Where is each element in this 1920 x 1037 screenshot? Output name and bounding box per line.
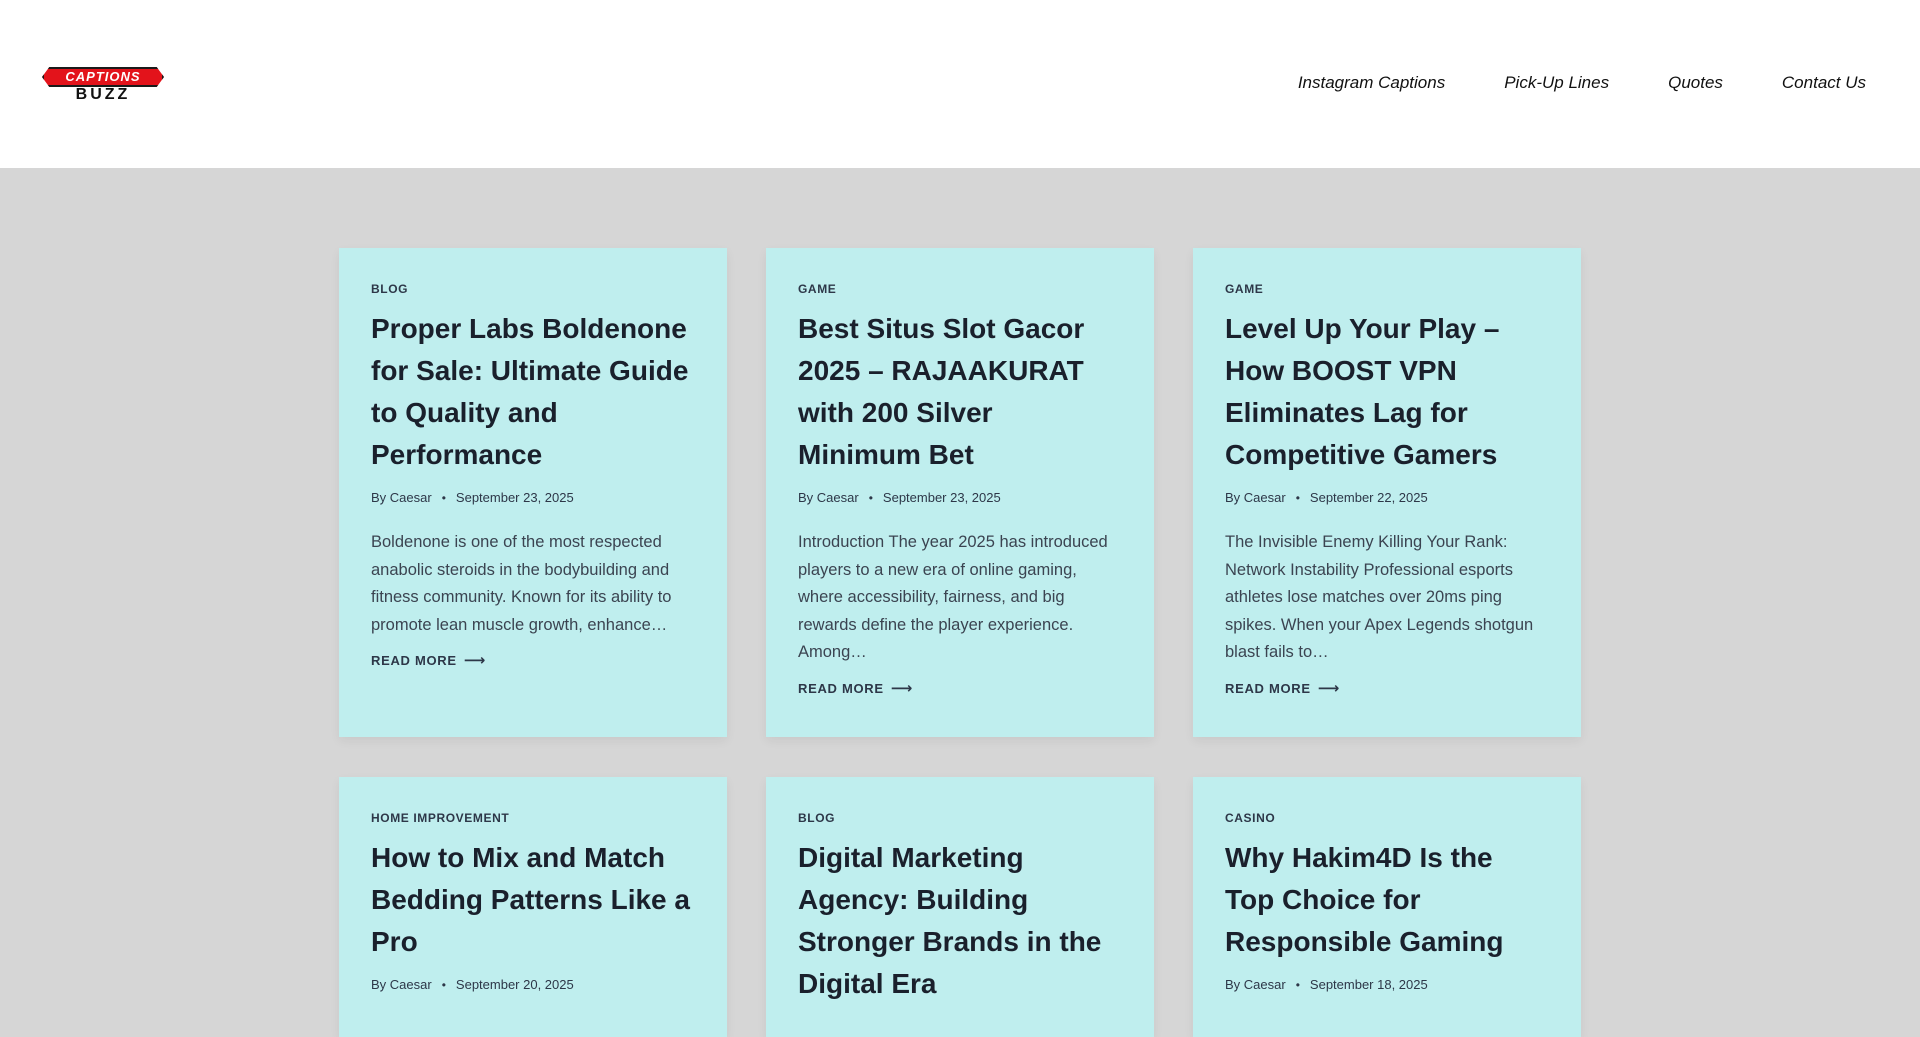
post-excerpt: Boldenone is one of the most respected a… [371,533,672,634]
read-more-label: READ MORE [371,653,457,668]
main-nav: Instagram Captions Pick-Up Lines Quotes … [1298,73,1866,93]
post-meta: By Caesar • September 22, 2025 [1225,490,1549,506]
meta-separator: • [441,978,446,992]
nav-instagram-captions[interactable]: Instagram Captions [1298,73,1445,93]
post-meta: By Caesar • September 18, 2025 [1225,977,1549,993]
meta-separator: • [868,491,873,505]
logo-top-text: CAPTIONS [42,67,164,87]
post-author[interactable]: Caesar [1244,977,1286,993]
by-label: By [371,490,387,505]
read-more-label: READ MORE [1225,680,1311,696]
site-header: CAPTIONS BUZZ Instagram Captions Pick-Up… [0,0,1920,168]
post-date: September 20, 2025 [455,977,574,992]
post-date: September 23, 2025 [882,490,1001,505]
post-category[interactable]: HOME IMPROVEMENT [371,811,695,825]
read-more-link[interactable]: READ MORE ⟶ [798,679,1122,697]
post-meta: By Caesar • September 20, 2025 [371,977,695,993]
post-category[interactable]: BLOG [798,811,1122,825]
post-title[interactable]: Proper Labs Boldenone for Sale: Ultimate… [371,308,695,476]
read-more-link[interactable]: READ MORE ⟶ [371,653,695,669]
by-label: By [798,490,814,505]
read-more-label: READ MORE [798,680,884,696]
arrow-right-icon: ⟶ [890,679,913,697]
post-card: BLOG Proper Labs Boldenone for Sale: Ult… [339,248,727,737]
post-title[interactable]: Best Situs Slot Gacor 2025 – RAJAAKURAT … [798,308,1122,476]
post-excerpt: Introduction The year 2025 has introduce… [798,533,1108,661]
post-card: GAME Level Up Your Play – How BOOST VPN … [1193,248,1581,737]
post-date: September 22, 2025 [1309,490,1428,505]
post-date: September 23, 2025 [455,490,574,505]
by-label: By [1225,977,1241,992]
post-title[interactable]: Why Hakim4D Is the Top Choice for Respon… [1225,837,1549,963]
post-date: September 18, 2025 [1309,977,1428,992]
by-label: By [371,977,387,992]
arrow-right-icon: ⟶ [1317,679,1340,697]
post-card: HOME IMPROVEMENT How to Mix and Match Be… [339,777,727,1037]
post-excerpt: The Invisible Enemy Killing Your Rank: N… [1225,533,1534,661]
post-meta: By Caesar • September 23, 2025 [798,490,1122,506]
meta-separator: • [1295,491,1300,505]
nav-quotes[interactable]: Quotes [1668,73,1723,93]
post-author[interactable]: Caesar [390,977,432,993]
post-card: GAME Best Situs Slot Gacor 2025 – RAJAAK… [766,248,1154,737]
arrow-right-icon: ⟶ [463,652,486,669]
read-more-link[interactable]: READ MORE ⟶ [1225,679,1549,697]
post-title[interactable]: How to Mix and Match Bedding Patterns Li… [371,837,695,963]
nav-pick-up-lines[interactable]: Pick-Up Lines [1504,73,1609,93]
post-category[interactable]: GAME [1225,282,1549,296]
post-category[interactable]: GAME [798,282,1122,296]
post-title[interactable]: Digital Marketing Agency: Building Stron… [798,837,1122,1005]
post-title[interactable]: Level Up Your Play – How BOOST VPN Elimi… [1225,308,1549,476]
meta-separator: • [1295,978,1300,992]
meta-separator: • [441,491,446,505]
post-card: CASINO Why Hakim4D Is the Top Choice for… [1193,777,1581,1037]
post-author[interactable]: Caesar [1244,490,1286,506]
post-meta: By Caesar • September 23, 2025 [371,490,695,506]
post-author[interactable]: Caesar [817,490,859,506]
post-author[interactable]: Caesar [390,490,432,506]
post-category[interactable]: CASINO [1225,811,1549,825]
post-category[interactable]: BLOG [371,282,695,296]
nav-contact-us[interactable]: Contact Us [1782,73,1866,93]
by-label: By [1225,490,1241,505]
post-card: BLOG Digital Marketing Agency: Building … [766,777,1154,1037]
site-logo[interactable]: CAPTIONS BUZZ [42,67,164,103]
logo-bottom-text: BUZZ [75,86,131,103]
